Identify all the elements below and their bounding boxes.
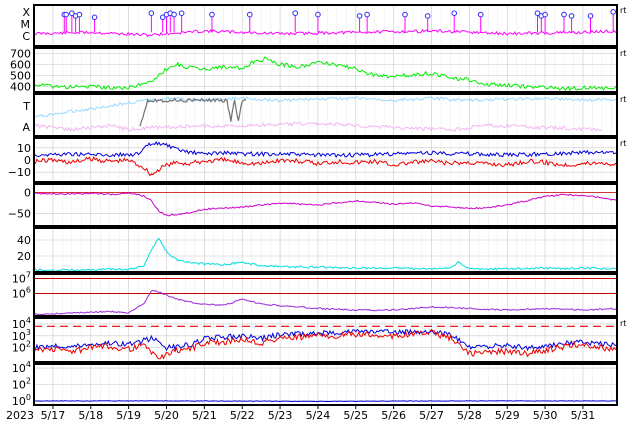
- x-tick-label: 5/17: [41, 409, 66, 422]
- flare-marker: [568, 13, 575, 19]
- x-tick-label: 5/22: [230, 409, 255, 422]
- y-tick-label: 20: [17, 250, 31, 263]
- flare-marker: [424, 13, 431, 19]
- flare-marker: [356, 13, 363, 19]
- side-label: rt: [620, 139, 626, 148]
- panel-background: [34, 228, 617, 272]
- y-tick-label: 107: [12, 271, 31, 286]
- y-tick-label: 10: [17, 142, 31, 155]
- flare-marker: [587, 13, 594, 19]
- x-tick-label: 5/31: [571, 409, 596, 422]
- x-tick-label: 5/30: [533, 409, 558, 422]
- y-tick-label: −10: [8, 166, 31, 179]
- y-tick-label: A: [22, 121, 30, 134]
- side-label: rt: [620, 319, 626, 328]
- x-tick-label: 5/29: [495, 409, 520, 422]
- x-tick-label: 5/24: [306, 409, 331, 422]
- y-tick-label: 104: [12, 360, 31, 375]
- y-tick-label: 0: [24, 154, 31, 167]
- flare-marker: [63, 11, 69, 18]
- flare-marker: [91, 14, 98, 21]
- flare-marker: [246, 11, 253, 18]
- x-tick-label: 5/25: [343, 409, 368, 422]
- y-tick-label: 100: [12, 393, 31, 408]
- y-tick-label: 40: [17, 234, 31, 247]
- panel-background: [34, 5, 617, 46]
- flare-marker: [209, 11, 215, 18]
- flare-marker: [76, 11, 83, 18]
- y-tick-label: 106: [12, 286, 31, 301]
- side-label: rt: [620, 49, 626, 58]
- y-tick-label: 700: [10, 48, 31, 61]
- flare-marker: [402, 11, 408, 18]
- flare-marker: [292, 10, 299, 16]
- y-tick-label: C: [22, 30, 30, 43]
- y-tick-label: 0: [24, 186, 31, 199]
- flare-marker: [451, 10, 458, 16]
- flare-marker: [610, 9, 617, 15]
- flare-marker: [148, 10, 155, 16]
- flare-marker: [178, 10, 185, 16]
- panel-background: [34, 184, 617, 226]
- flare-marker: [542, 11, 548, 18]
- x-tick-label: 5/19: [116, 409, 141, 422]
- flare-marker: [477, 11, 484, 18]
- side-label: rt: [620, 95, 626, 104]
- x-tick-label: 5/23: [268, 409, 293, 422]
- space-weather-chart: XMCrt400500600700 rtTArt−10010 rt−50020401…: [6, 4, 626, 422]
- flare-marker: [364, 11, 370, 18]
- y-tick-label: 102: [12, 377, 31, 392]
- x-tick-label: 5/18: [78, 409, 103, 422]
- x-tick-label: 5/21: [192, 409, 217, 422]
- y-tick-label: T: [22, 100, 30, 113]
- side-label: rt: [620, 6, 626, 15]
- flare-marker: [561, 11, 567, 18]
- y-tick-label: −50: [8, 207, 31, 220]
- panel-background: [34, 48, 617, 92]
- flare-marker: [171, 11, 177, 18]
- x-axis-year: 2023: [6, 409, 34, 422]
- flare-marker: [315, 11, 321, 18]
- panel-background: [34, 318, 617, 362]
- x-tick-label: 5/20: [154, 409, 179, 422]
- x-tick-label: 5/28: [457, 409, 482, 422]
- x-tick-label: 5/27: [419, 409, 444, 422]
- x-tick-label: 5/26: [381, 409, 406, 422]
